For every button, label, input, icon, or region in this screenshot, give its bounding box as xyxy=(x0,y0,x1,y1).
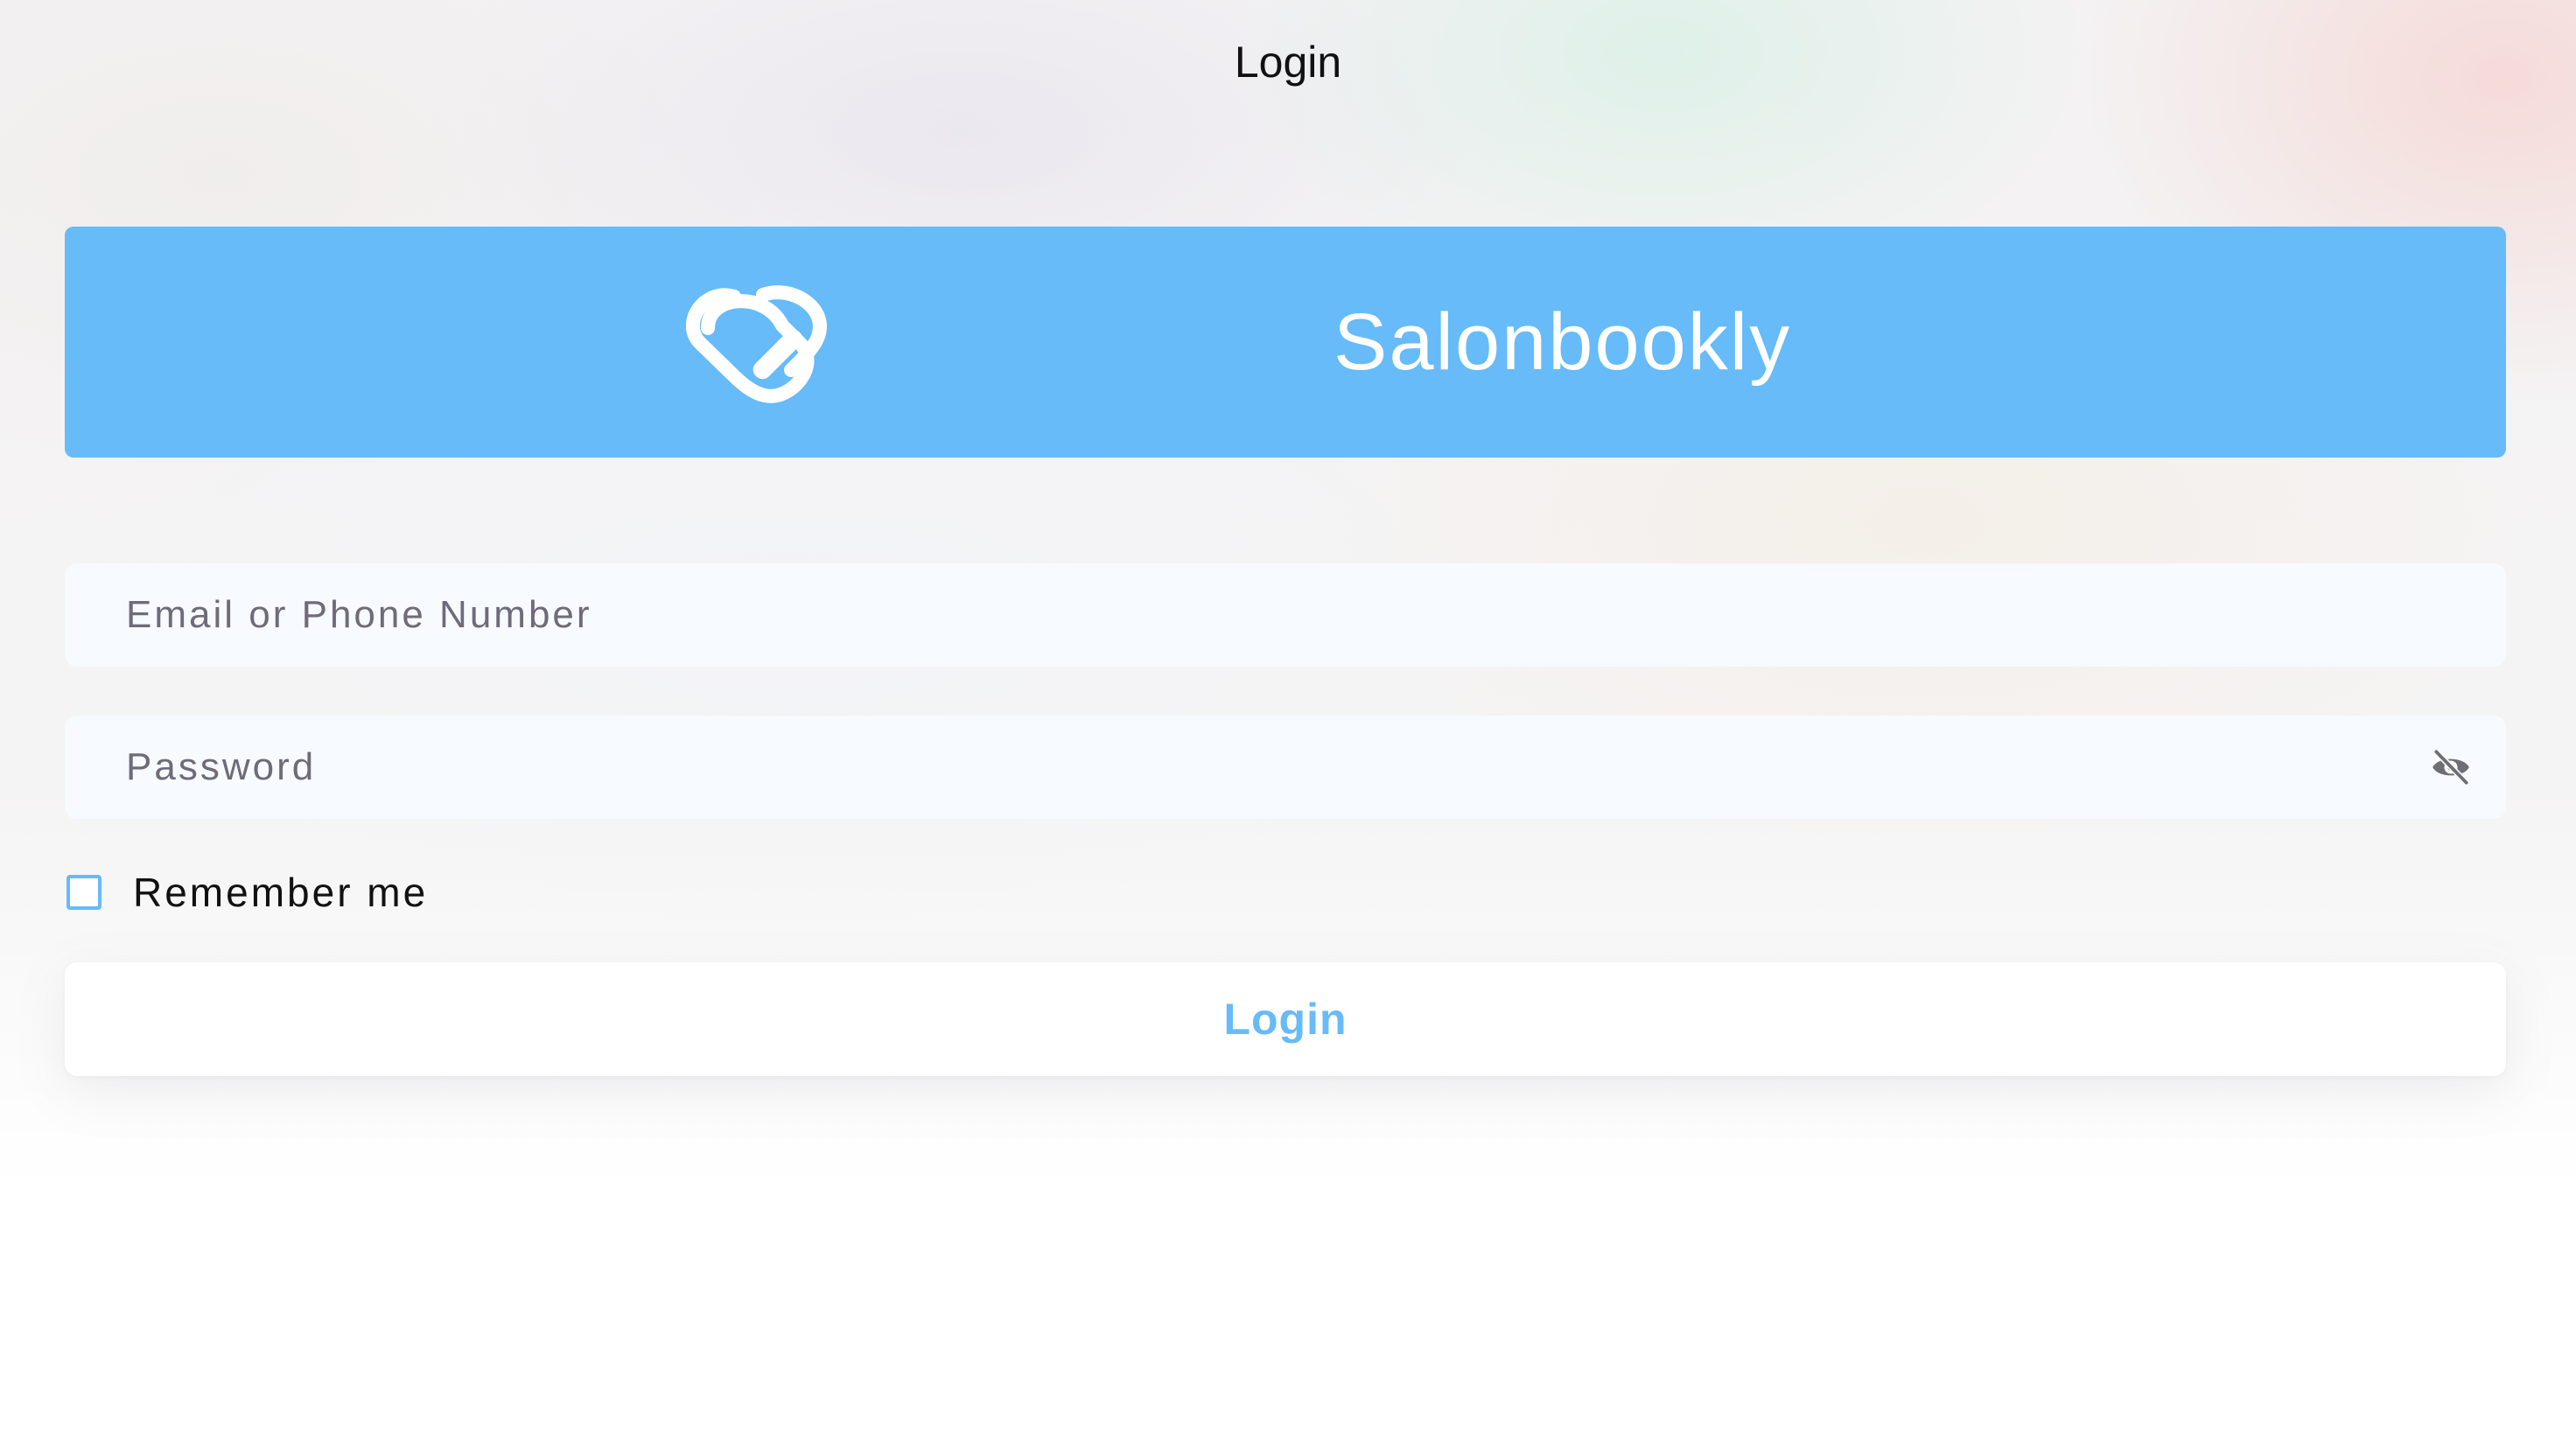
eye-off-icon[interactable] xyxy=(2429,745,2473,789)
email-input[interactable] xyxy=(65,563,2506,667)
heart-infinity-icon xyxy=(685,285,827,403)
remember-me-label[interactable]: Remember me xyxy=(133,869,428,916)
brand-banner: Salonbookly xyxy=(65,227,2506,458)
login-button[interactable]: Login xyxy=(65,962,2506,1076)
email-field-container xyxy=(65,563,2506,667)
brand-name: Salonbookly xyxy=(1334,297,1792,387)
remember-me-row[interactable]: Remember me xyxy=(66,864,428,920)
remember-me-checkbox[interactable] xyxy=(66,875,102,910)
password-input[interactable] xyxy=(65,716,2506,819)
page-title: Login xyxy=(1234,38,1342,87)
password-field-container xyxy=(65,716,2506,819)
